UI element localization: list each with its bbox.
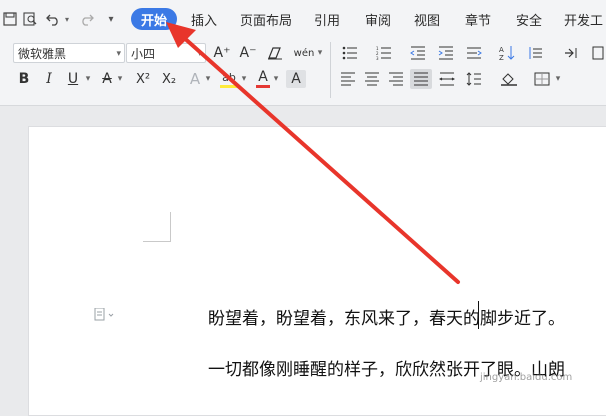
annotation-arrow xyxy=(166,22,460,284)
